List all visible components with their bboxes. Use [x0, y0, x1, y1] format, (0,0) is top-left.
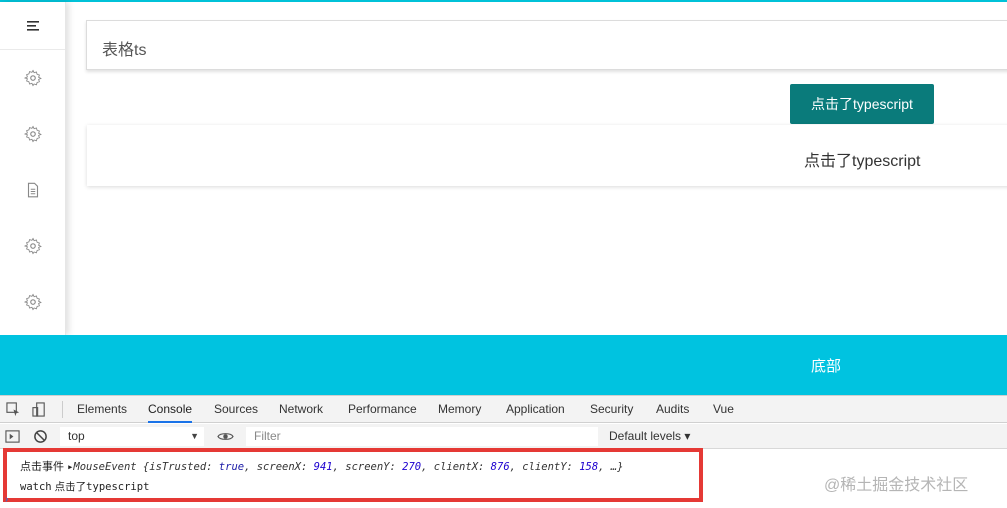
typescript-button[interactable]: 点击了typescript	[790, 84, 934, 124]
inspect-icon[interactable]	[6, 402, 21, 417]
context-select[interactable]: top ▼	[60, 427, 204, 446]
sidebar-toggle-icon[interactable]	[5, 429, 20, 444]
tab-network[interactable]: Network	[279, 396, 323, 423]
filter-input[interactable]: Filter	[246, 427, 598, 446]
device-toggle-icon[interactable]	[32, 402, 47, 417]
sidebar-item-4[interactable]	[0, 218, 65, 274]
context-value: top	[68, 429, 85, 443]
gear-icon	[23, 293, 42, 311]
tab-memory[interactable]: Memory	[438, 396, 481, 423]
app-page: 表格ts 点击了typescript 点击了typescript 底部	[0, 0, 1007, 395]
footer-text: 底部	[811, 358, 842, 375]
red-highlight-box	[3, 448, 703, 502]
gear-icon	[23, 125, 42, 143]
tab-elements[interactable]: Elements	[77, 396, 127, 423]
dropdown-arrow-icon: ▼	[190, 431, 199, 441]
sidebar-toggle[interactable]	[0, 2, 65, 50]
menu-icon[interactable]	[26, 20, 40, 32]
devtools-tabbar: Elements Console Sources Network Perform…	[0, 396, 1007, 423]
sidebar-item-5[interactable]	[0, 274, 65, 330]
tab-sources[interactable]: Sources	[214, 396, 258, 423]
sidebar	[0, 2, 66, 335]
watermark: @稀土掘金技术社区	[824, 477, 969, 494]
gear-icon	[23, 69, 42, 87]
sidebar-item-2[interactable]	[0, 106, 65, 162]
top-accent-line	[0, 0, 1007, 2]
log-levels-label: Default levels	[609, 429, 682, 443]
result-card: 点击了typescript	[87, 125, 1007, 186]
eye-icon[interactable]	[217, 429, 234, 444]
tab-console[interactable]: Console	[148, 396, 193, 423]
tab-audits[interactable]: Audits	[656, 396, 689, 423]
title-box: 表格ts	[86, 20, 1007, 70]
footer: 底部	[0, 335, 1007, 395]
tab-application[interactable]: Application	[506, 396, 565, 423]
clear-console-icon[interactable]	[33, 429, 48, 444]
sidebar-item-1[interactable]	[0, 50, 65, 106]
log-levels-select[interactable]: Default levels ▾	[609, 427, 690, 446]
tab-vue[interactable]: Vue	[713, 396, 734, 423]
tab-performance[interactable]: Performance	[348, 396, 417, 423]
tab-separator	[62, 401, 63, 418]
result-text: 点击了typescript	[804, 153, 921, 170]
sidebar-item-3[interactable]	[0, 162, 65, 218]
console-toolbar: top ▼ Filter Default levels ▾	[0, 424, 1007, 449]
document-icon	[27, 182, 38, 198]
console-prompt[interactable]: ›	[5, 494, 8, 505]
filter-placeholder: Filter	[254, 429, 281, 443]
gear-icon	[23, 237, 42, 255]
page-title: 表格ts	[102, 42, 147, 59]
tab-security[interactable]: Security	[590, 396, 633, 423]
